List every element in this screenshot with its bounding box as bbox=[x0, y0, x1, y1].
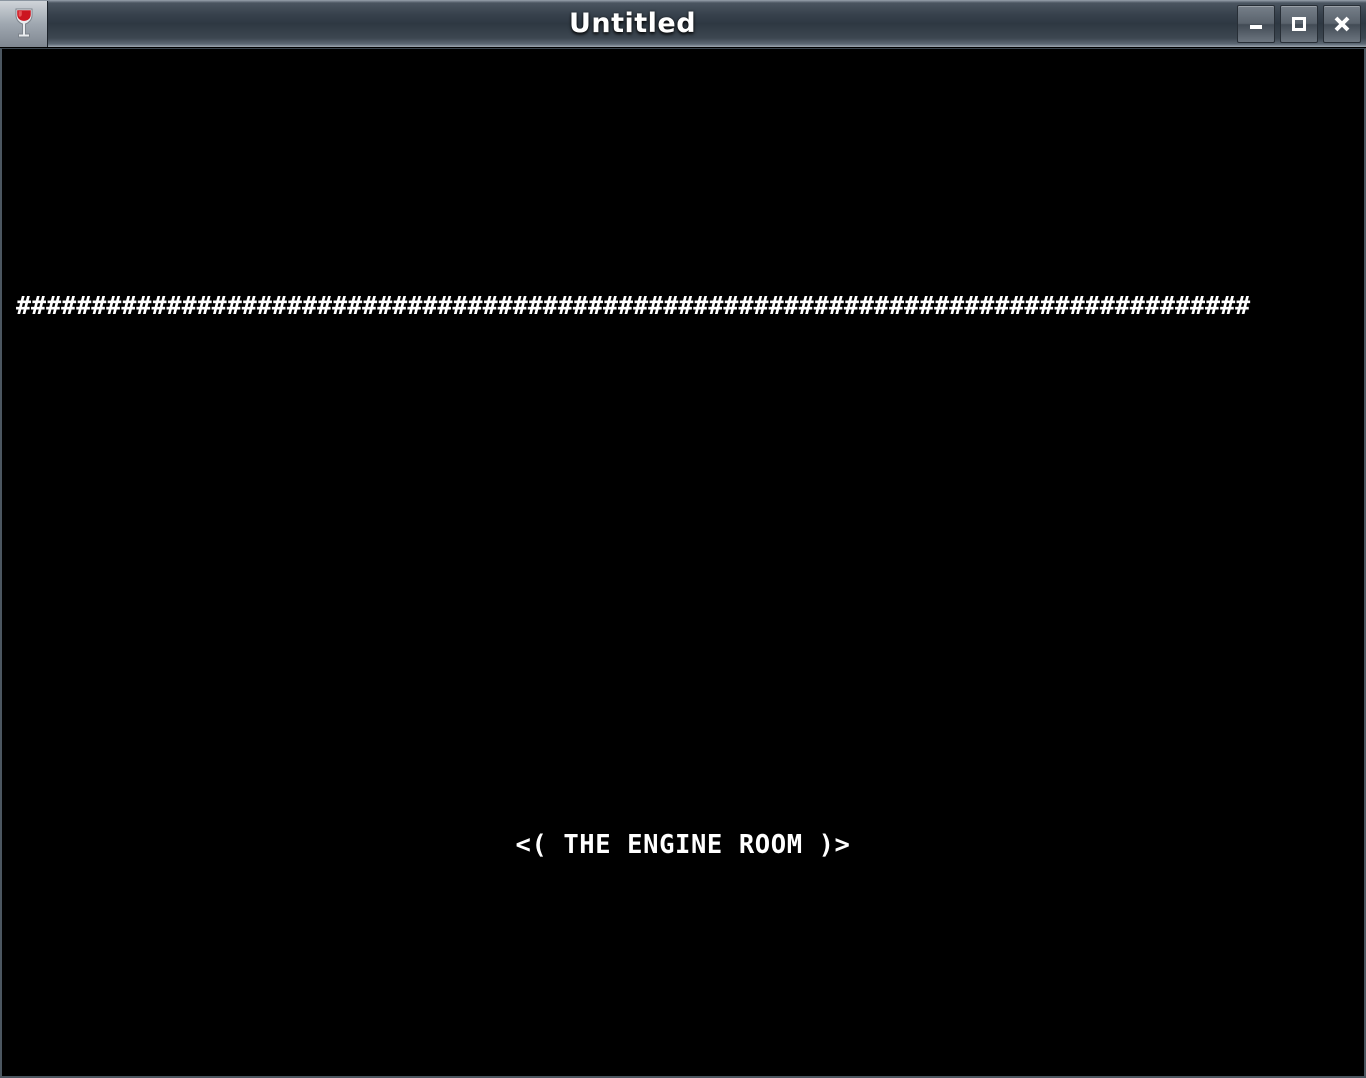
window-titlebar[interactable]: Untitled bbox=[0, 0, 1366, 48]
maximize-icon bbox=[1292, 16, 1306, 31]
minimize-icon bbox=[1250, 24, 1262, 29]
banner-title: <( THE ENGINE ROOM )> bbox=[515, 829, 851, 860]
wine-glass-icon bbox=[0, 0, 48, 47]
terminal-frame: ########################################… bbox=[0, 48, 1366, 1078]
separator-rule-top: ########################################… bbox=[16, 290, 1251, 320]
close-icon bbox=[1334, 16, 1350, 31]
application-window: Untitled ###############################… bbox=[0, 0, 1366, 1078]
terminal-screen[interactable]: ########################################… bbox=[2, 49, 1364, 1076]
window-title: Untitled bbox=[568, 8, 697, 39]
close-button[interactable] bbox=[1323, 4, 1361, 43]
maximize-button[interactable] bbox=[1280, 4, 1318, 43]
minimize-button[interactable] bbox=[1237, 4, 1275, 43]
